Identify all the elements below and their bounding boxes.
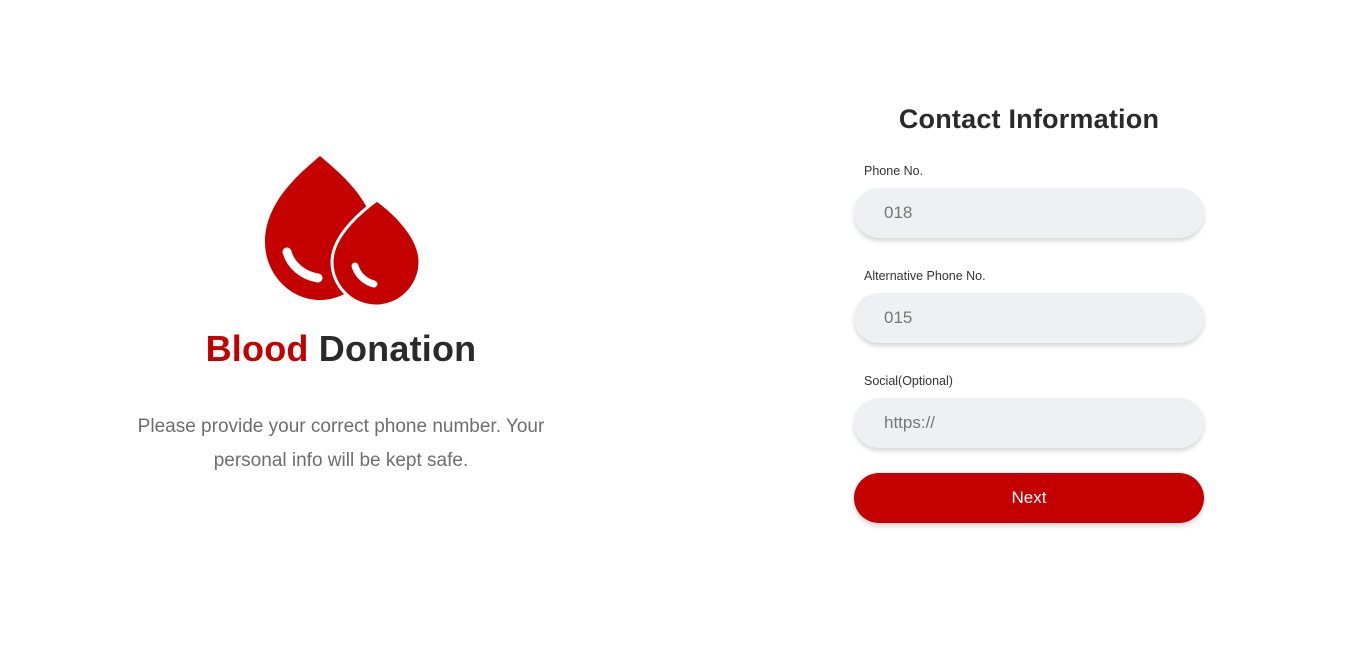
contact-form: Contact Information Phone No. Alternativ…	[854, 104, 1204, 523]
alt-phone-input[interactable]	[854, 293, 1204, 343]
social-input[interactable]	[854, 398, 1204, 448]
brand-title-rest: Donation	[308, 328, 477, 369]
brand-panel: Blood Donation Please provide your corre…	[110, 150, 572, 478]
phone-label: Phone No.	[864, 164, 924, 178]
brand-description: Please provide your correct phone number…	[137, 416, 545, 471]
brand-title-accent: Blood	[205, 328, 309, 369]
social-field-group: Social(Optional)	[854, 374, 1204, 448]
next-button[interactable]: Next	[854, 473, 1204, 523]
phone-field-group: Phone No.	[854, 164, 1204, 238]
brand-title: Blood Donation	[110, 328, 572, 370]
blood-drops-icon	[265, 156, 422, 308]
alt-phone-field-group: Alternative Phone No.	[854, 269, 1204, 343]
social-label: Social(Optional)	[864, 374, 953, 388]
alt-phone-label: Alternative Phone No.	[864, 269, 986, 283]
phone-input[interactable]	[854, 188, 1204, 238]
page: Blood Donation Please provide your corre…	[0, 0, 1366, 657]
form-title: Contact Information	[898, 104, 1160, 134]
